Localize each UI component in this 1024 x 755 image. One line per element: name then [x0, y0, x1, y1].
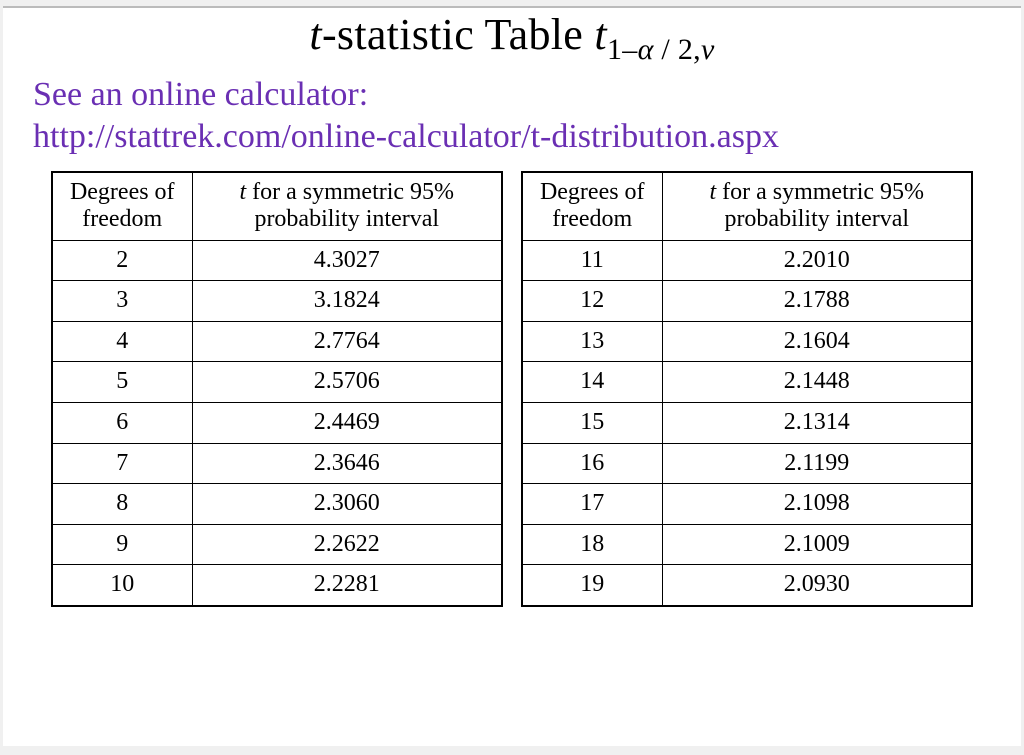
cell-degrees-of-freedom: 6: [52, 403, 192, 444]
t-table-right: Degrees offreedom t for a symmetric 95%p…: [521, 171, 973, 608]
title-symbol-t: t: [594, 10, 607, 59]
cell-degrees-of-freedom: 11: [522, 240, 662, 281]
table-row: 62.4469: [52, 403, 502, 444]
cell-t-value: 4.3027: [192, 240, 502, 281]
cell-t-value: 2.1448: [662, 362, 972, 403]
cell-t-value: 2.2622: [192, 524, 502, 565]
cell-degrees-of-freedom: 15: [522, 403, 662, 444]
cell-degrees-of-freedom: 8: [52, 484, 192, 525]
cell-t-value: 2.1788: [662, 281, 972, 322]
header-degrees-of-freedom: Degrees offreedom: [52, 172, 192, 241]
cell-t-value: 2.1009: [662, 524, 972, 565]
cell-t-value: 3.1824: [192, 281, 502, 322]
cell-t-value: 2.4469: [192, 403, 502, 444]
table-row: 112.2010: [522, 240, 972, 281]
header-t-value: t for a symmetric 95%probability interva…: [192, 172, 502, 241]
t-table-left-body: 24.302733.182442.776452.570662.446972.36…: [52, 240, 502, 606]
table-row: 162.1199: [522, 443, 972, 484]
cell-t-value: 2.5706: [192, 362, 502, 403]
see-online-text: See an online calculator:: [33, 74, 991, 117]
cell-degrees-of-freedom: 12: [522, 281, 662, 322]
table-header-row: Degrees offreedom t for a symmetric 95%p…: [522, 172, 972, 241]
intro-block: See an online calculator: http://stattre…: [33, 74, 991, 159]
document-page: t-statistic Table t1–α / 2,v See an onli…: [3, 6, 1021, 746]
cell-t-value: 2.1604: [662, 321, 972, 362]
title-main: -statistic Table: [322, 10, 594, 59]
cell-t-value: 2.1314: [662, 403, 972, 444]
table-row: 24.3027: [52, 240, 502, 281]
cell-degrees-of-freedom: 13: [522, 321, 662, 362]
t-table-left: Degrees offreedom t for a symmetric 95%p…: [51, 171, 503, 608]
title-italic-t: t: [309, 10, 322, 59]
cell-t-value: 2.1199: [662, 443, 972, 484]
table-row: 192.0930: [522, 565, 972, 606]
table-row: 72.3646: [52, 443, 502, 484]
cell-degrees-of-freedom: 18: [522, 524, 662, 565]
table-row: 132.1604: [522, 321, 972, 362]
cell-degrees-of-freedom: 4: [52, 321, 192, 362]
table-row: 182.1009: [522, 524, 972, 565]
cell-degrees-of-freedom: 14: [522, 362, 662, 403]
table-row: 122.1788: [522, 281, 972, 322]
table-row: 92.2622: [52, 524, 502, 565]
cell-degrees-of-freedom: 9: [52, 524, 192, 565]
cell-t-value: 2.1098: [662, 484, 972, 525]
cell-t-value: 2.3646: [192, 443, 502, 484]
cell-t-value: 2.2010: [662, 240, 972, 281]
cell-degrees-of-freedom: 17: [522, 484, 662, 525]
t-table-right-body: 112.2010122.1788132.1604142.1448152.1314…: [522, 240, 972, 606]
cell-t-value: 2.7764: [192, 321, 502, 362]
cell-t-value: 2.3060: [192, 484, 502, 525]
page-title: t-statistic Table t1–α / 2,v: [33, 10, 991, 68]
table-header-row: Degrees offreedom t for a symmetric 95%p…: [52, 172, 502, 241]
cell-t-value: 2.0930: [662, 565, 972, 606]
table-row: 152.1314: [522, 403, 972, 444]
table-row: 42.7764: [52, 321, 502, 362]
cell-t-value: 2.2281: [192, 565, 502, 606]
cell-degrees-of-freedom: 3: [52, 281, 192, 322]
header-degrees-of-freedom: Degrees offreedom: [522, 172, 662, 241]
table-row: 142.1448: [522, 362, 972, 403]
cell-degrees-of-freedom: 5: [52, 362, 192, 403]
cell-degrees-of-freedom: 10: [52, 565, 192, 606]
cell-degrees-of-freedom: 19: [522, 565, 662, 606]
table-row: 52.5706: [52, 362, 502, 403]
table-row: 33.1824: [52, 281, 502, 322]
calculator-url[interactable]: http://stattrek.com/online-calculator/t-…: [33, 116, 991, 159]
tables-container: Degrees offreedom t for a symmetric 95%p…: [51, 171, 973, 608]
cell-degrees-of-freedom: 16: [522, 443, 662, 484]
table-row: 172.1098: [522, 484, 972, 525]
table-row: 82.3060: [52, 484, 502, 525]
table-row: 102.2281: [52, 565, 502, 606]
cell-degrees-of-freedom: 7: [52, 443, 192, 484]
cell-degrees-of-freedom: 2: [52, 240, 192, 281]
title-subscript: 1–α / 2,v: [607, 33, 715, 66]
header-t-value: t for a symmetric 95%probability interva…: [662, 172, 972, 241]
